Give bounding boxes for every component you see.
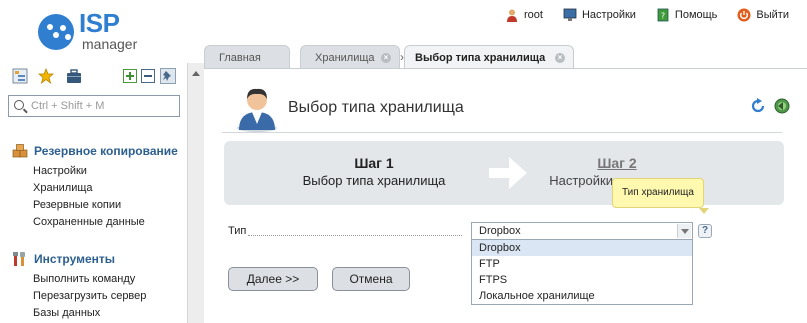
star-icon[interactable]	[38, 68, 54, 84]
sidebar-item-backups[interactable]: Резервные копии	[33, 197, 178, 214]
logo-subtext: manager	[82, 36, 138, 52]
monitor-settings-icon	[563, 8, 577, 21]
field-tooltip: Тип хранилища	[612, 178, 709, 214]
ispmanager-logo[interactable]: ISP manager	[38, 8, 168, 53]
sidebar-item-settings[interactable]: Настройки	[33, 163, 178, 180]
page-header: Выбор типа хранилища	[234, 84, 790, 132]
help-link[interactable]: ? Помощь	[656, 8, 718, 22]
sidebar-item-storages[interactable]: Хранилища	[33, 180, 178, 197]
storage-type-select-value: Dropbox	[479, 225, 521, 237]
option-local-storage[interactable]: Локальное хранилище	[472, 288, 692, 304]
storage-type-select[interactable]: Dropbox	[471, 222, 693, 240]
step-1-title: Шаг 1	[354, 155, 394, 171]
option-ftps[interactable]: FTPS	[472, 272, 692, 288]
section-tools-header[interactable]: Инструменты	[12, 251, 146, 267]
section-backup-title: Резервное копирование	[34, 144, 178, 158]
help-label: Помощь	[674, 9, 718, 21]
tab-bar: Главная Хранилища × › Выбор типа хранили…	[204, 45, 807, 69]
briefcase-icon[interactable]	[66, 68, 82, 84]
backup-boxes-icon	[12, 144, 28, 158]
sidebar-item-saved-data[interactable]: Сохраненные данные	[33, 214, 178, 231]
top-bar: root Настройки ? Помощь Выйти	[505, 6, 789, 24]
step-arrow-icon	[489, 157, 527, 189]
logo-mark-icon	[38, 14, 74, 50]
section-backup: Резервное копирование Настройки Хранилищ…	[12, 143, 178, 231]
settings-link[interactable]: Настройки	[563, 8, 636, 22]
menu-search-box[interactable]	[8, 95, 180, 117]
tab-home[interactable]: Главная	[204, 45, 290, 69]
sidebar-item-run-command[interactable]: Выполнить команду	[33, 271, 146, 288]
user-avatar-icon	[237, 88, 277, 132]
menu-search-input[interactable]	[29, 99, 177, 113]
section-tools: Инструменты Выполнить команду Перезагруз…	[12, 251, 146, 322]
wizard-step-1: Шаг 1 Выбор типа хранилища	[299, 155, 449, 188]
back-globe-icon[interactable]	[774, 98, 790, 114]
search-icon	[14, 100, 24, 110]
field-label-leader	[248, 235, 462, 236]
section-backup-items: Настройки Хранилища Резервные копии Сохр…	[33, 163, 178, 231]
type-field-label: Тип	[228, 225, 247, 237]
tab-select-storage-type-close-icon[interactable]: ×	[555, 53, 565, 63]
tab-storages-close-icon[interactable]: ×	[381, 53, 391, 63]
help-icon[interactable]: ?	[698, 224, 712, 238]
cancel-button[interactable]: Отмена	[332, 267, 410, 291]
storage-type-dropdown-list: Dropbox FTP FTPS Локальное хранилище	[471, 240, 693, 305]
section-tools-title: Инструменты	[34, 252, 116, 266]
power-icon	[737, 8, 751, 22]
sidebar-scrollbar[interactable]	[187, 63, 204, 323]
user-name: root	[524, 9, 543, 21]
scroll-up-arrow-icon[interactable]	[192, 71, 200, 76]
tab-storages[interactable]: Хранилища ×	[300, 45, 400, 69]
header-divider	[222, 132, 782, 133]
logout-label: Выйти	[756, 9, 789, 21]
user-icon	[507, 9, 518, 22]
option-dropbox[interactable]: Dropbox	[472, 240, 692, 256]
expand-all-icon[interactable]	[122, 68, 138, 84]
tab-select-storage-type[interactable]: Выбор типа хранилища ×	[404, 45, 574, 69]
refresh-icon[interactable]	[750, 98, 766, 114]
tab-select-storage-type-label: Выбор типа хранилища	[415, 51, 546, 64]
svg-text:?: ?	[661, 12, 665, 21]
collapse-all-icon[interactable]	[140, 68, 156, 84]
main-content: Выбор типа хранилища Шаг 1 Выбор типа хр…	[204, 68, 807, 323]
chevron-down-icon[interactable]	[677, 224, 691, 238]
help-book-icon: ?	[657, 8, 669, 22]
step-2-title[interactable]: Шаг 2	[542, 155, 692, 171]
settings-label: Настройки	[581, 9, 636, 21]
user-menu[interactable]: root	[505, 8, 543, 22]
sidebar: Резервное копирование Настройки Хранилищ…	[0, 63, 187, 323]
pin-icon[interactable]	[160, 68, 176, 84]
tree-view-icon[interactable]	[12, 68, 28, 84]
section-backup-header[interactable]: Резервное копирование	[12, 143, 178, 159]
section-tools-items: Выполнить команду Перезагрузить сервер Б…	[33, 271, 146, 322]
step-1-subtitle: Выбор типа хранилища	[302, 173, 446, 188]
tab-storages-label: Хранилища	[315, 51, 375, 64]
logo-text: ISP	[79, 8, 120, 38]
option-ftp[interactable]: FTP	[472, 256, 692, 272]
next-button[interactable]: Далее >>	[228, 267, 318, 291]
sidebar-item-reboot[interactable]: Перезагрузить сервер	[33, 288, 146, 305]
tools-icon	[13, 252, 25, 266]
tab-home-label: Главная	[219, 51, 261, 64]
logout-link[interactable]: Выйти	[737, 8, 789, 22]
sidebar-toolbar	[12, 68, 182, 86]
sidebar-item-databases[interactable]: Базы данных	[33, 305, 146, 322]
page-title: Выбор типа хранилища	[288, 99, 464, 116]
